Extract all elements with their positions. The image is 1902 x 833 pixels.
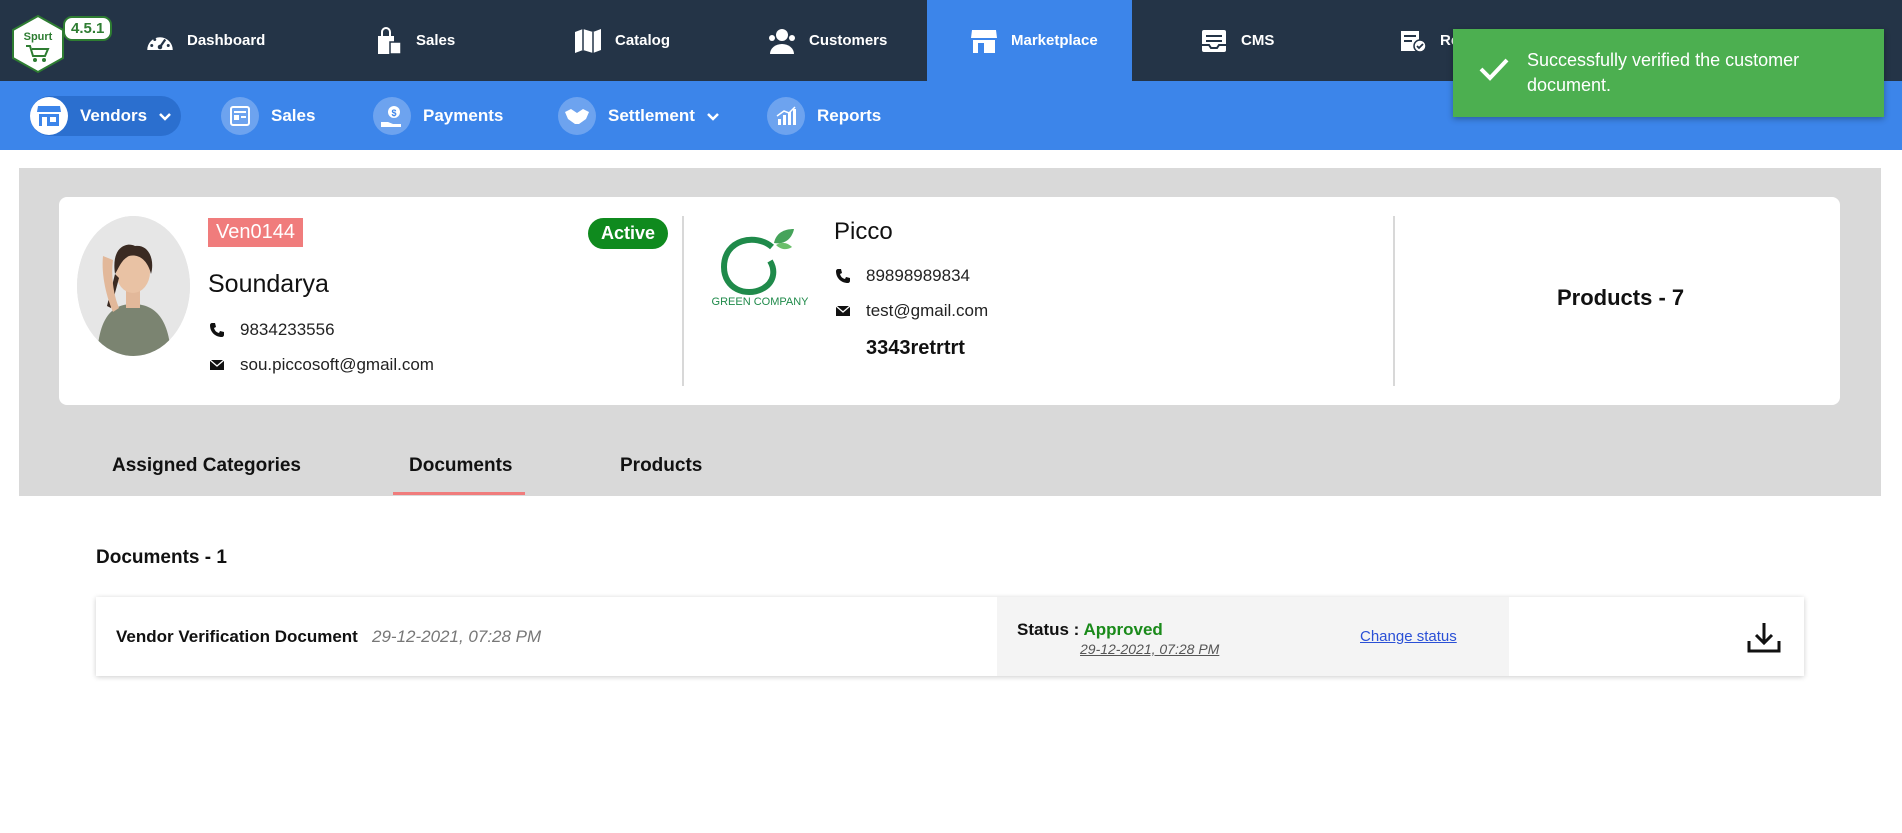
bar-chart-icon [767,97,805,135]
phone-icon [208,322,226,338]
company-code: 3343retrtrt [866,337,965,359]
store-icon [969,26,999,56]
sales-form-icon [221,97,259,135]
subnav-vendors[interactable]: Vendors [30,96,182,136]
map-icon [573,26,603,56]
mail-icon [834,305,852,317]
documents-count: Documents - 1 [96,547,227,568]
logo-text: Spurt [24,31,53,43]
tab-documents[interactable]: Documents [409,455,512,477]
mail-icon [208,359,226,371]
users-icon [767,26,797,56]
status-label: Status : Approved [1017,620,1163,640]
download-icon[interactable] [1746,619,1782,655]
company-logo: GREEN COMPANY [712,229,808,308]
status-value: Approved [1083,620,1163,639]
card-divider [682,216,684,386]
chevron-down-icon [707,106,719,126]
payment-hand-icon: $ [373,97,411,135]
subnav-settlement-label: Settlement [608,106,695,125]
handshake-icon [558,97,596,135]
card-divider [1393,216,1395,386]
subnav-vendors-label: Vendors [80,106,148,125]
nav-cms[interactable]: CMS [1199,0,1274,81]
dashboard-icon [145,26,175,56]
svg-text:$: $ [391,108,396,118]
subnav-settlement[interactable]: Settlement [558,96,719,136]
active-tab-indicator [393,492,525,495]
subnav-payments[interactable]: $ Payments [373,96,503,136]
company-email-row: test@gmail.com [834,301,988,321]
phone-icon [834,268,852,284]
vendor-id-badge: Ven0144 [208,218,303,247]
subnav-reports-label: Reports [817,106,882,125]
nav-customers-label: Customers [809,32,888,49]
status-date: 29-12-2021, 07:28 PM [1080,641,1220,657]
company-name: Picco [834,218,893,245]
company-phone-row: 89898989834 [834,266,970,286]
tab-products[interactable]: Products [620,455,702,477]
document-status-panel: Status : Approved 29-12-2021, 07:28 PM C… [997,597,1509,676]
report-icon [1398,26,1428,56]
vendor-email-row: sou.piccosoft@gmail.com [208,355,434,375]
checkmark-icon [1479,57,1509,88]
nav-sales[interactable]: Sales [374,0,455,81]
toast-message: Successfully verified the customer docum… [1527,50,1800,95]
vendor-avatar [77,216,190,356]
company-logo-text: GREEN COMPANY [712,296,808,308]
nav-dashboard-label: Dashboard [187,32,266,49]
company-phone: 89898989834 [866,266,971,285]
tab-assigned-categories[interactable]: Assigned Categories [112,455,301,477]
vendor-email: sou.piccosoft@gmail.com [240,355,434,374]
nav-reports[interactable]: Re [1398,0,1459,81]
products-count: Products - 7 [1557,285,1685,310]
status-label-text: Status : [1017,620,1080,639]
document-title: Vendor Verification Document [116,627,358,646]
subnav-sales[interactable]: Sales [221,96,315,136]
chevron-down-icon [159,106,171,126]
nav-marketplace[interactable]: Marketplace [927,0,1132,81]
document-row: Vendor Verification Document 29-12-2021,… [96,597,1804,676]
vendor-name: Soundarya [208,270,329,298]
nav-customers[interactable]: Customers [767,0,887,81]
status-badge: Active [588,218,669,249]
subnav-payments-label: Payments [423,106,504,125]
inbox-icon [1199,26,1229,56]
document-date: 29-12-2021, 07:28 PM [372,627,542,646]
company-email: test@gmail.com [866,301,989,320]
spurt-logo[interactable]: Spurt [10,14,66,74]
success-toast[interactable]: Successfully verified the customer docum… [1453,29,1884,117]
nav-sales-label: Sales [416,32,456,49]
nav-dashboard[interactable]: Dashboard [145,0,265,81]
vendor-phone-row: 9834233556 [208,320,335,340]
subnav-sales-label: Sales [271,106,316,125]
change-status-link[interactable]: Change status [1360,628,1457,645]
vendor-phone: 9834233556 [240,320,335,339]
nav-cms-label: CMS [1241,32,1275,49]
shopping-bag-icon [374,26,404,56]
nav-marketplace-label: Marketplace [1011,32,1098,49]
nav-catalog-label: Catalog [615,32,671,49]
version-badge: 4.5.1 [63,16,113,41]
vendor-store-icon [30,97,68,135]
subnav-reports[interactable]: Reports [767,96,881,136]
nav-catalog[interactable]: Catalog [573,0,670,81]
